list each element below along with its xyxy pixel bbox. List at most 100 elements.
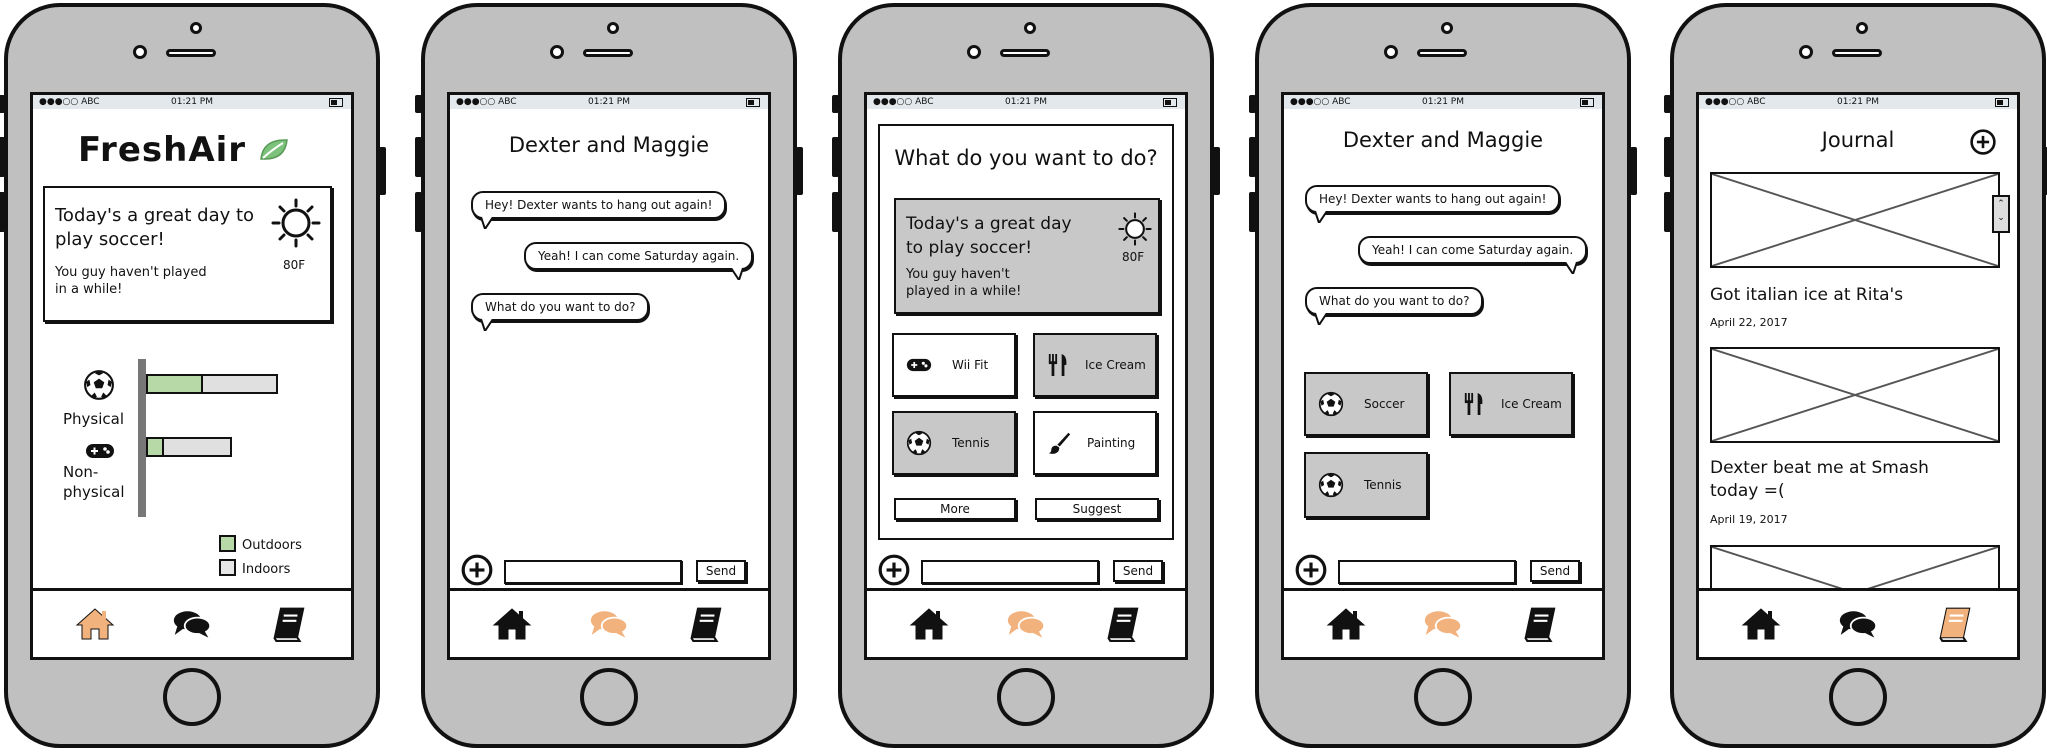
message-input[interactable]: [504, 560, 682, 584]
entry-date: April 19, 2017: [1710, 513, 1788, 526]
category-nonphysical-icon: [85, 441, 115, 461]
scroll-down-icon[interactable]: ⌄: [1994, 211, 2008, 225]
legend-swatch-outdoors: [219, 535, 236, 552]
placeholder-cross: [1711, 173, 1999, 267]
activity-dialog: What do you want to do? Today's a great …: [878, 124, 1174, 540]
send-button[interactable]: Send: [1530, 560, 1580, 582]
send-button[interactable]: Send: [696, 560, 746, 582]
tab-journal-icon[interactable]: [1103, 605, 1143, 643]
scroll-up-icon[interactable]: ⌃: [1994, 197, 2008, 211]
lens-icon: [550, 45, 564, 59]
message-input[interactable]: [1338, 560, 1516, 584]
entry-image-placeholder[interactable]: [1710, 347, 2000, 443]
lens-icon: [967, 45, 981, 59]
legend: Outdoors Indoors: [219, 534, 302, 582]
weather-card[interactable]: Today's a great day to play soccer! You …: [894, 198, 1160, 314]
category-label-nonphysical: Non- physical: [63, 463, 125, 501]
screen: ●●●○○ ABC 01:21 PM FreshAir Today's a gr…: [30, 92, 354, 660]
home-hardware-button[interactable]: [1829, 668, 1887, 726]
status-bar: ●●●○○ ABC 01:21 PM: [1699, 95, 2017, 109]
camera-icon: [1856, 22, 1868, 34]
tab-home-icon[interactable]: [1741, 605, 1781, 643]
tab-chat-icon[interactable]: [1006, 605, 1046, 643]
bar-outdoors-physical: [146, 374, 203, 394]
bar-outdoors-nonphysical: [146, 437, 165, 457]
chat-message-outgoing: Yeah! I can come Saturday again.: [1358, 236, 1588, 274]
home-hardware-button[interactable]: [997, 668, 1055, 726]
sun-icon: [271, 198, 321, 248]
screen: ●●●○○ ABC 01:21 PM Dexter and Maggie Hey…: [1281, 92, 1605, 660]
option-tennis[interactable]: Tennis: [892, 411, 1016, 475]
fork-knife-icon: [1047, 352, 1069, 378]
tab-bar: [450, 588, 768, 657]
choice-tennis[interactable]: Tennis: [1304, 452, 1428, 518]
tab-home-icon[interactable]: [909, 605, 949, 643]
add-entry-icon[interactable]: [1969, 128, 1997, 156]
brush-icon: [1047, 431, 1071, 455]
tab-chat-icon[interactable]: [1423, 605, 1463, 643]
sun-icon: [1118, 212, 1152, 246]
entry-title[interactable]: Got italian ice at Rita's: [1710, 285, 1903, 305]
weather-subtext: You guy haven't played in a while!: [55, 265, 207, 297]
entry-image-placeholder[interactable]: [1710, 172, 2000, 268]
add-attachment-icon[interactable]: [877, 553, 911, 587]
chat-message-incoming: What do you want to do?: [1305, 287, 1484, 325]
phone-chat-choices: ●●●○○ ABC 01:21 PM Dexter and Maggie Hey…: [1249, 3, 1637, 748]
send-button[interactable]: Send: [1113, 560, 1163, 582]
entry-date: April 22, 2017: [1710, 316, 1788, 329]
bar-indoors-physical: [202, 374, 278, 394]
weather-headline: Today's a great day to play soccer!: [55, 205, 255, 250]
chat-message-incoming: Hey! Dexter wants to hang out again!: [1305, 185, 1561, 223]
tab-journal-icon[interactable]: [1520, 605, 1560, 643]
fork-knife-icon: [1463, 391, 1485, 417]
choice-ice-cream[interactable]: Ice Cream: [1449, 372, 1573, 436]
speaker-grille: [1832, 49, 1882, 57]
screen: ●●●○○ ABC 01:21 PM What do you want to d…: [864, 92, 1188, 660]
status-bar: ●●●○○ ABC 01:21 PM: [1284, 95, 1602, 109]
scrollbar[interactable]: ⌃ ⌄: [1992, 195, 2010, 233]
tab-journal-icon[interactable]: [1935, 605, 1975, 643]
weather-subtext: You guy haven't played in a while!: [906, 267, 1022, 299]
tab-journal-icon[interactable]: [686, 605, 726, 643]
home-hardware-button[interactable]: [163, 668, 221, 726]
home-hardware-button[interactable]: [580, 668, 638, 726]
tab-home-icon[interactable]: [1326, 605, 1366, 643]
chart-axis: [138, 359, 146, 517]
message-input[interactable]: [921, 560, 1099, 584]
tab-chat-icon[interactable]: [1838, 605, 1878, 643]
phone-activity-picker: ●●●○○ ABC 01:21 PM What do you want to d…: [832, 3, 1220, 748]
status-bar: ●●●○○ ABC 01:21 PM: [33, 95, 351, 109]
logo-text: FreshAir: [78, 130, 247, 170]
dialog-title: What do you want to do?: [894, 146, 1158, 170]
option-painting[interactable]: Painting: [1033, 411, 1157, 475]
legend-swatch-indoors: [219, 559, 236, 576]
tab-home-icon[interactable]: [75, 605, 115, 643]
category-physical-icon: [83, 369, 115, 401]
weather-headline: Today's a great day to play soccer!: [906, 214, 1072, 258]
choice-soccer[interactable]: Soccer: [1304, 372, 1428, 436]
weather-card[interactable]: Today's a great day to play soccer! You …: [43, 186, 332, 322]
option-ice-cream[interactable]: Ice Cream: [1033, 333, 1157, 397]
status-bar: ●●●○○ ABC 01:21 PM: [450, 95, 768, 109]
tab-chat-icon[interactable]: [172, 605, 212, 643]
tab-chat-icon[interactable]: [589, 605, 629, 643]
home-hardware-button[interactable]: [1414, 668, 1472, 726]
more-button[interactable]: More: [894, 498, 1016, 520]
status-time: 01:21 PM: [588, 97, 630, 107]
tab-journal-icon[interactable]: [269, 605, 309, 643]
speaker-grille: [583, 49, 633, 57]
suggest-button[interactable]: Suggest: [1035, 498, 1159, 520]
tab-home-icon[interactable]: [492, 605, 532, 643]
leaf-icon: [260, 139, 288, 160]
legend-item-indoors: Indoors: [219, 558, 302, 582]
add-attachment-icon[interactable]: [460, 553, 494, 587]
legend-item-outdoors: Outdoors: [219, 534, 302, 558]
chat-message-outgoing: Yeah! I can come Saturday again.: [524, 242, 754, 280]
status-bar: ●●●○○ ABC 01:21 PM: [867, 95, 1185, 109]
ball-icon: [1318, 391, 1344, 417]
entry-title[interactable]: Dexter beat me at Smash today =(: [1710, 457, 1929, 503]
speaker-grille: [1417, 49, 1467, 57]
option-wii-fit[interactable]: Wii Fit: [892, 333, 1016, 397]
lens-icon: [1384, 45, 1398, 59]
add-attachment-icon[interactable]: [1294, 553, 1328, 587]
